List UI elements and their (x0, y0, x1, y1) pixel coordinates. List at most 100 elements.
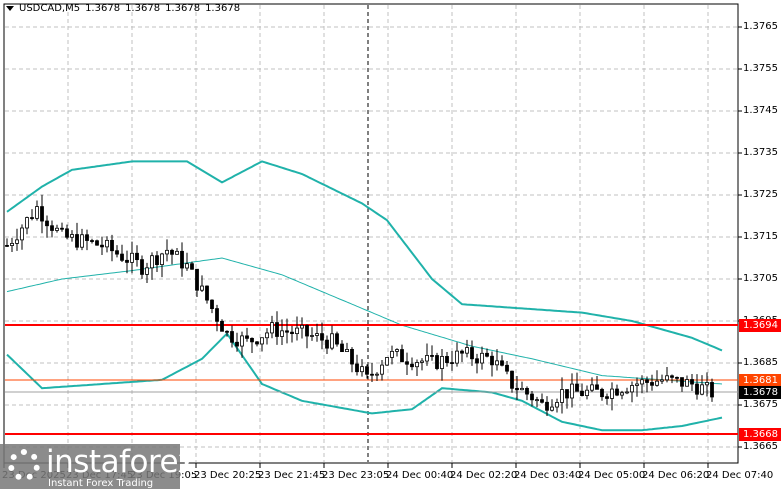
candle-body (285, 330, 289, 333)
dropdown-triangle-icon[interactable] (6, 6, 14, 11)
time-axis-label: 23 Dec 23:05 (322, 470, 390, 481)
candle-body (370, 373, 374, 376)
chart-window[interactable]: USDCAD,M5 1.3678 1.3678 1.3678 1.3678 1.… (0, 0, 781, 489)
candle-body (90, 240, 94, 242)
ohlc-high: 1.3678 (125, 3, 161, 14)
candle-body (625, 391, 629, 394)
price-axis-label: 1.3705 (743, 273, 778, 284)
candle-body (115, 250, 119, 255)
candle-body (245, 335, 249, 339)
candle-body (295, 327, 299, 335)
time-axis-label: 23 Dec 20:25 (194, 470, 262, 481)
candle-body (465, 347, 469, 354)
candle-body (35, 206, 39, 219)
candle-body (105, 239, 109, 248)
candle-body (360, 366, 364, 373)
candle-body (215, 308, 219, 322)
candle-body (645, 379, 649, 383)
candle-body (350, 349, 354, 365)
chart-title: USDCAD,M5 1.3678 1.3678 1.3678 1.3678 (6, 3, 240, 14)
time-axis-label: 24 Dec 06:20 (642, 470, 710, 481)
candle-body (195, 268, 199, 291)
price-tag-1.3668: 1.3668 (739, 428, 781, 441)
candle-body (365, 366, 369, 375)
candle-body (65, 228, 69, 238)
candle-body (400, 349, 404, 363)
candle-body (555, 402, 559, 408)
time-axis-label: 24 Dec 02:20 (450, 470, 518, 481)
candle-body (435, 355, 439, 369)
price-axis-label: 1.3755 (743, 63, 778, 74)
candle-body (615, 388, 619, 396)
candle-body (170, 249, 174, 255)
price-axis-label: 1.3665 (743, 441, 778, 452)
candle-body (320, 333, 324, 341)
candle-body (575, 383, 579, 392)
candle-body (135, 252, 139, 261)
price-chart[interactable] (0, 0, 781, 489)
candle-body (15, 239, 19, 244)
candle-body (315, 333, 319, 336)
candle-body (395, 349, 399, 352)
candle-body (660, 379, 664, 382)
candle-body (60, 227, 64, 230)
candle-body (120, 253, 124, 261)
candle-body (260, 337, 264, 345)
candle-body (345, 349, 349, 353)
candle-body (525, 387, 529, 395)
candle-body (230, 331, 234, 343)
candle-body (185, 263, 189, 269)
candle-body (20, 227, 24, 241)
candle-body (85, 234, 89, 241)
candle-body (175, 250, 179, 255)
candle-body (675, 376, 679, 379)
price-axis-label: 1.3715 (743, 231, 778, 242)
candle-body (30, 217, 34, 219)
candle-body (80, 234, 84, 248)
candle-body (265, 332, 269, 339)
candle-body (255, 341, 259, 345)
candle-body (620, 392, 624, 396)
candle-body (300, 324, 304, 329)
instaforex-watermark: instaforex Instant Forex Trading (0, 444, 196, 489)
candle-body (710, 382, 714, 398)
candle-body (275, 322, 279, 337)
price-axis-label: 1.3765 (743, 21, 778, 32)
candle-body (290, 331, 294, 335)
candle-body (340, 343, 344, 353)
candle-body (595, 384, 599, 390)
candle-body (280, 330, 284, 337)
price-axis-label: 1.3685 (743, 357, 778, 368)
candle-body (405, 361, 409, 365)
candle-body (140, 259, 144, 275)
candle-body (680, 377, 684, 387)
candle-body (355, 363, 359, 373)
candle-body (535, 399, 539, 402)
candle-body (695, 383, 699, 395)
candle-body (690, 379, 694, 385)
price-tag-1.3694: 1.3694 (739, 319, 781, 332)
gear-logo-icon (8, 449, 40, 481)
candle-body (505, 364, 509, 372)
candle-body (495, 360, 499, 366)
candle-body (75, 234, 79, 248)
candle-body (55, 227, 59, 231)
candle-body (50, 225, 54, 231)
candle-body (5, 244, 9, 247)
candle-body (205, 285, 209, 301)
price-axis-label: 1.3745 (743, 105, 778, 116)
candle-body (25, 217, 29, 229)
candle-body (410, 363, 414, 368)
candle-body (235, 341, 239, 347)
candle-body (560, 389, 564, 403)
time-axis-label: 23 Dec 21:45 (258, 470, 326, 481)
candle-body (515, 387, 519, 391)
bollinger-lower-band (6, 332, 723, 432)
candle-body (440, 356, 444, 369)
candle-body (565, 389, 569, 399)
candle-body (430, 355, 434, 357)
candle-body (100, 244, 104, 248)
ohlc-low: 1.3678 (165, 3, 201, 14)
candle-body (480, 352, 484, 364)
candle-body (425, 355, 429, 362)
